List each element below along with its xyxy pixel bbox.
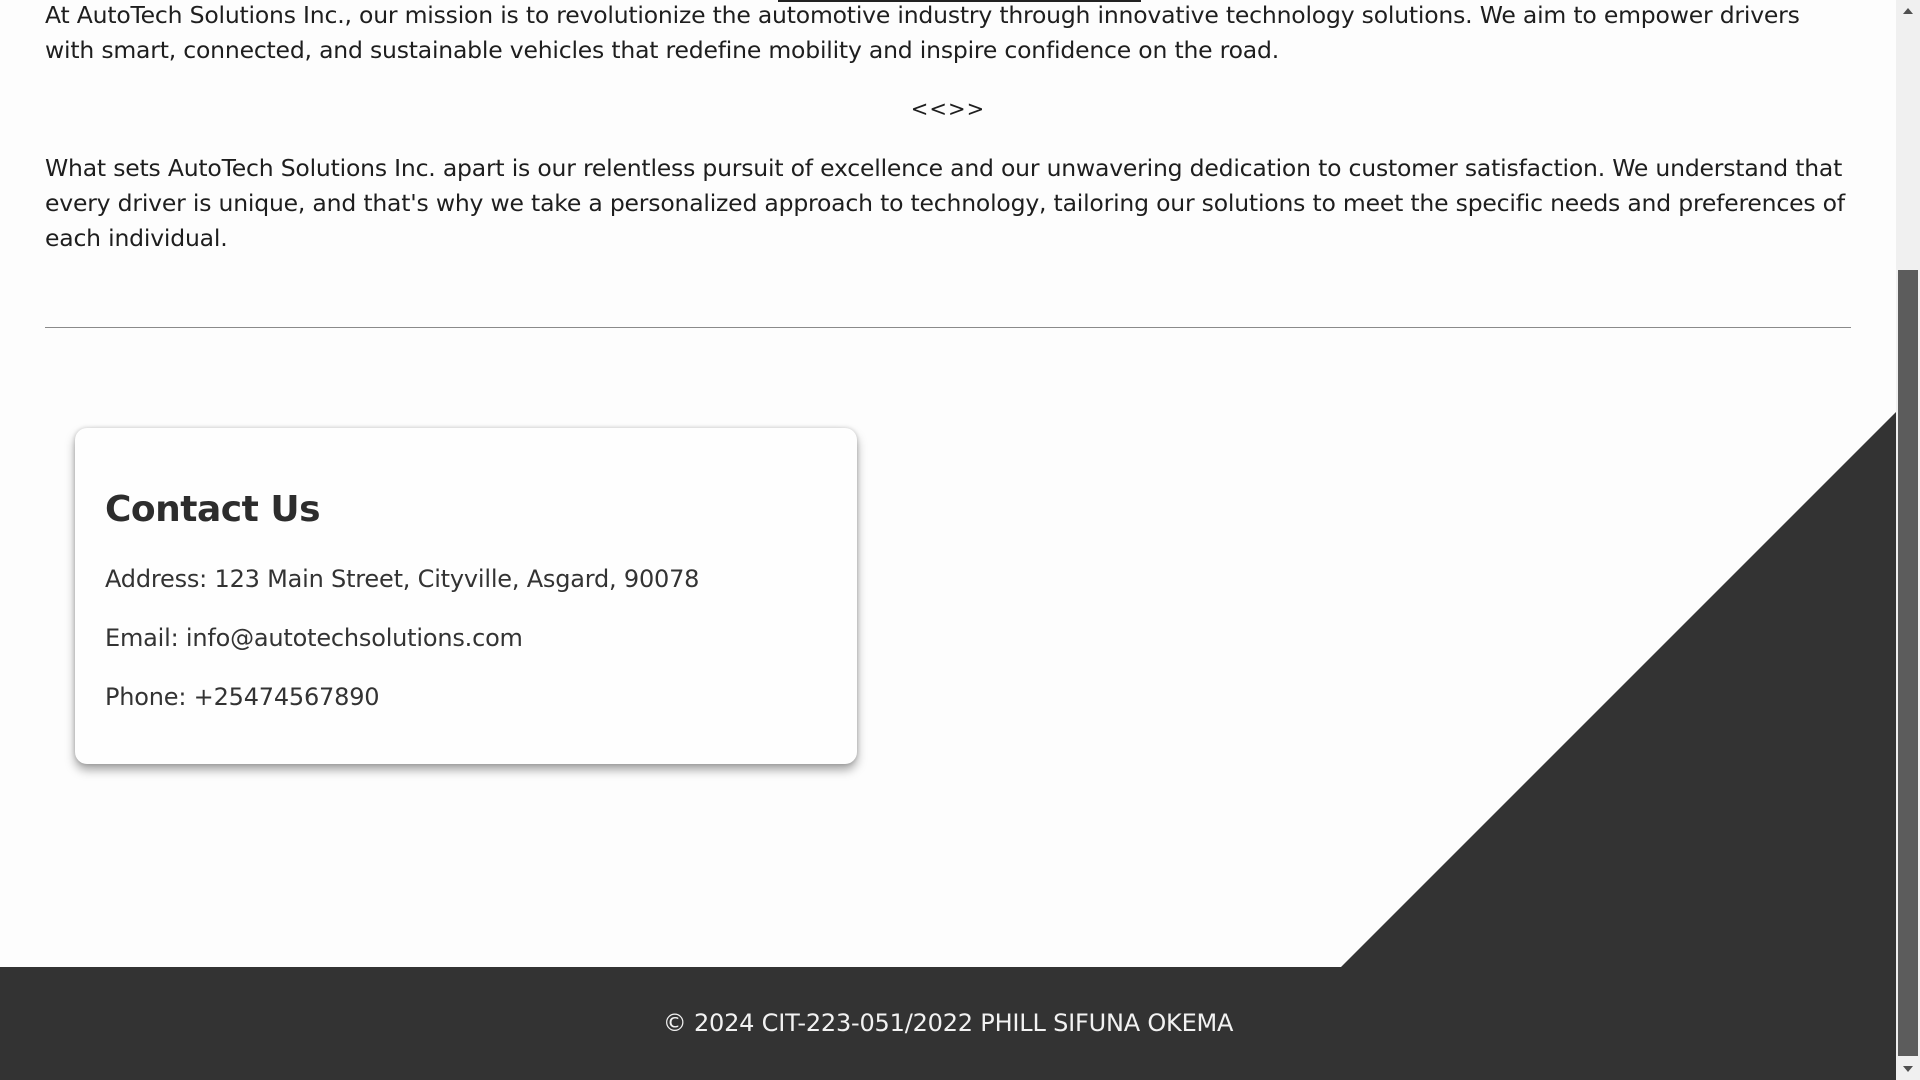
contact-phone: Phone: +25474567890	[105, 683, 380, 711]
scrollbar-thumb[interactable]	[1898, 270, 1918, 1056]
decorative-triangle	[1338, 412, 1896, 970]
contact-email: Email: info@autotechsolutions.com	[105, 624, 523, 652]
footer-copyright: © 2024 CIT-223-051/2022 PHILL SIFUNA OKE…	[662, 1009, 1234, 1037]
mission-paragraph: At AutoTech Solutions Inc., our mission …	[45, 1, 1800, 64]
contact-address: Address: 123 Main Street, Cityville, Asg…	[105, 565, 700, 593]
vertical-scrollbar[interactable]	[1896, 0, 1920, 1080]
triangle-up-icon	[1903, 8, 1913, 14]
horizontal-divider	[45, 327, 1851, 328]
triangle-down-icon	[1903, 1066, 1913, 1072]
section-separator-glyphs: <<>>	[910, 97, 986, 121]
contact-title: Contact Us	[105, 489, 321, 530]
scroll-up-button[interactable]	[1896, 0, 1920, 24]
difference-paragraph: What sets AutoTech Solutions Inc. apart …	[45, 154, 1845, 252]
page: At AutoTech Solutions Inc., our mission …	[0, 0, 1896, 1080]
footer: © 2024 CIT-223-051/2022 PHILL SIFUNA OKE…	[0, 967, 1896, 1080]
contact-card: Contact Us Address: 123 Main Street, Cit…	[75, 428, 857, 764]
scroll-down-button[interactable]	[1896, 1056, 1920, 1080]
